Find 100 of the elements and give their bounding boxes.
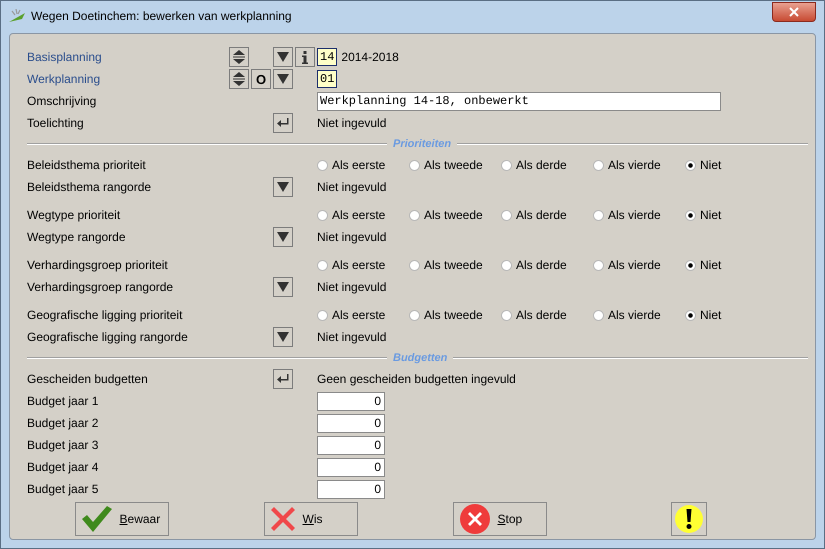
dropdown-button[interactable] (273, 277, 293, 297)
field-label: Budget jaar 1 (27, 394, 100, 408)
enter-arrow-icon (277, 118, 289, 128)
code-field[interactable]: 01 (317, 70, 338, 88)
radio-option[interactable]: Als vierde (593, 308, 685, 322)
radio-option[interactable]: Als eerste (317, 258, 409, 272)
field-label: Beleidsthema prioriteit (27, 158, 147, 172)
checkmark-icon (82, 506, 112, 532)
field-value: Niet ingevuld (317, 280, 388, 294)
stop-button[interactable]: Stop (452, 502, 546, 536)
radio-button[interactable] (409, 160, 420, 170)
exclamation-icon (674, 505, 702, 533)
radio-button[interactable] (501, 260, 512, 270)
radio-button[interactable] (501, 210, 512, 220)
field-label: Budget jaar 4 (27, 460, 100, 474)
radio-button[interactable] (685, 260, 696, 270)
info-button[interactable] (295, 47, 315, 67)
field-value: Niet ingevuld (317, 180, 388, 194)
down-triangle-icon (277, 281, 289, 293)
field-label: Beleidsthema rangorde (27, 180, 152, 194)
letter-button[interactable]: O (251, 69, 271, 89)
enter-button[interactable] (273, 113, 293, 133)
down-triangle-icon (277, 51, 289, 63)
radio-button[interactable] (409, 260, 420, 270)
radio-button[interactable] (593, 210, 604, 220)
field-value: Niet ingevuld (317, 330, 388, 344)
radio-option[interactable]: Als tweede (409, 158, 501, 172)
radio-button[interactable] (317, 160, 328, 170)
up-down-arrows-icon (233, 72, 245, 86)
radio-button[interactable] (317, 260, 328, 270)
spin-button[interactable] (229, 69, 249, 89)
radio-button[interactable] (409, 210, 420, 220)
section-legend: Prioriteiten (393, 138, 452, 150)
radio-button[interactable] (501, 160, 512, 170)
budget-field[interactable]: 0 (317, 480, 385, 498)
budget-field[interactable]: 0 (317, 436, 385, 454)
clear-button[interactable]: Wis (264, 502, 358, 536)
radio-option[interactable]: Niet (685, 308, 745, 322)
close-button[interactable] (772, 2, 816, 22)
radio-button[interactable] (593, 310, 604, 320)
dropdown-button[interactable] (273, 327, 293, 347)
radio-option[interactable]: Niet (685, 258, 745, 272)
radio-option[interactable]: Als tweede (409, 258, 501, 272)
dropdown-button[interactable] (273, 69, 293, 89)
radio-button[interactable] (593, 160, 604, 170)
radio-button[interactable] (501, 310, 512, 320)
field-label: Werkplanning (27, 72, 102, 86)
stop-icon (460, 504, 490, 534)
down-triangle-icon (277, 181, 289, 193)
warning-button[interactable] (670, 502, 706, 536)
down-triangle-icon (277, 73, 289, 85)
radio-option[interactable]: Als derde (501, 158, 593, 172)
field-label: Toelichting (27, 116, 85, 130)
enter-button[interactable] (273, 369, 293, 389)
radio-button[interactable] (317, 210, 328, 220)
radio-option[interactable]: Als vierde (593, 208, 685, 222)
budget-field[interactable]: 0 (317, 458, 385, 476)
radio-button[interactable] (685, 310, 696, 320)
window-title: Wegen Doetinchem: bewerken van werkplanning (31, 9, 293, 23)
radio-option[interactable]: Als eerste (317, 308, 409, 322)
field-label: Gescheiden budgetten (27, 372, 149, 386)
radio-option[interactable]: Als tweede (409, 208, 501, 222)
radio-button[interactable] (409, 310, 420, 320)
field-label: Verhardingsgroep rangorde (27, 280, 174, 294)
close-icon (789, 7, 799, 17)
radio-option[interactable]: Niet (685, 208, 745, 222)
field-label: Budget jaar 2 (27, 416, 100, 430)
spin-button[interactable] (229, 47, 249, 67)
description-field[interactable]: Werkplanning 14-18, onbewerkt (317, 92, 721, 110)
budget-field[interactable]: 0 (317, 414, 385, 432)
radio-option[interactable]: Niet (685, 158, 745, 172)
radio-option[interactable]: Als vierde (593, 258, 685, 272)
save-button[interactable]: Bewaar (74, 502, 168, 536)
radio-option[interactable]: Als eerste (317, 208, 409, 222)
radio-button[interactable] (317, 310, 328, 320)
radio-option[interactable]: Als derde (501, 308, 593, 322)
radio-option[interactable]: Als vierde (593, 158, 685, 172)
field-value: Niet ingevuld (317, 116, 386, 130)
field-label: Wegtype prioriteit (27, 208, 122, 222)
radio-option[interactable]: Als tweede (409, 308, 501, 322)
radio-button[interactable] (593, 260, 604, 270)
down-triangle-icon (277, 231, 289, 243)
radio-button[interactable] (685, 210, 696, 220)
info-icon (302, 50, 308, 64)
radio-option[interactable]: Als derde (501, 208, 593, 222)
dropdown-button[interactable] (273, 227, 293, 247)
field-label: Budget jaar 3 (27, 438, 100, 452)
enter-arrow-icon (277, 374, 289, 384)
budget-field[interactable]: 0 (317, 392, 385, 410)
radio-button[interactable] (685, 160, 696, 170)
field-label: Verhardingsgroep prioriteit (27, 258, 169, 272)
field-label: Geografische ligging prioriteit (27, 308, 184, 322)
section-legend: Budgetten (393, 352, 448, 364)
code-field[interactable]: 14 (317, 48, 338, 66)
field-label: Geografische ligging rangorde (27, 330, 189, 344)
cross-icon (270, 507, 294, 531)
radio-option[interactable]: Als derde (501, 258, 593, 272)
dropdown-button[interactable] (273, 177, 293, 197)
radio-option[interactable]: Als eerste (317, 158, 409, 172)
dropdown-button[interactable] (273, 47, 293, 67)
